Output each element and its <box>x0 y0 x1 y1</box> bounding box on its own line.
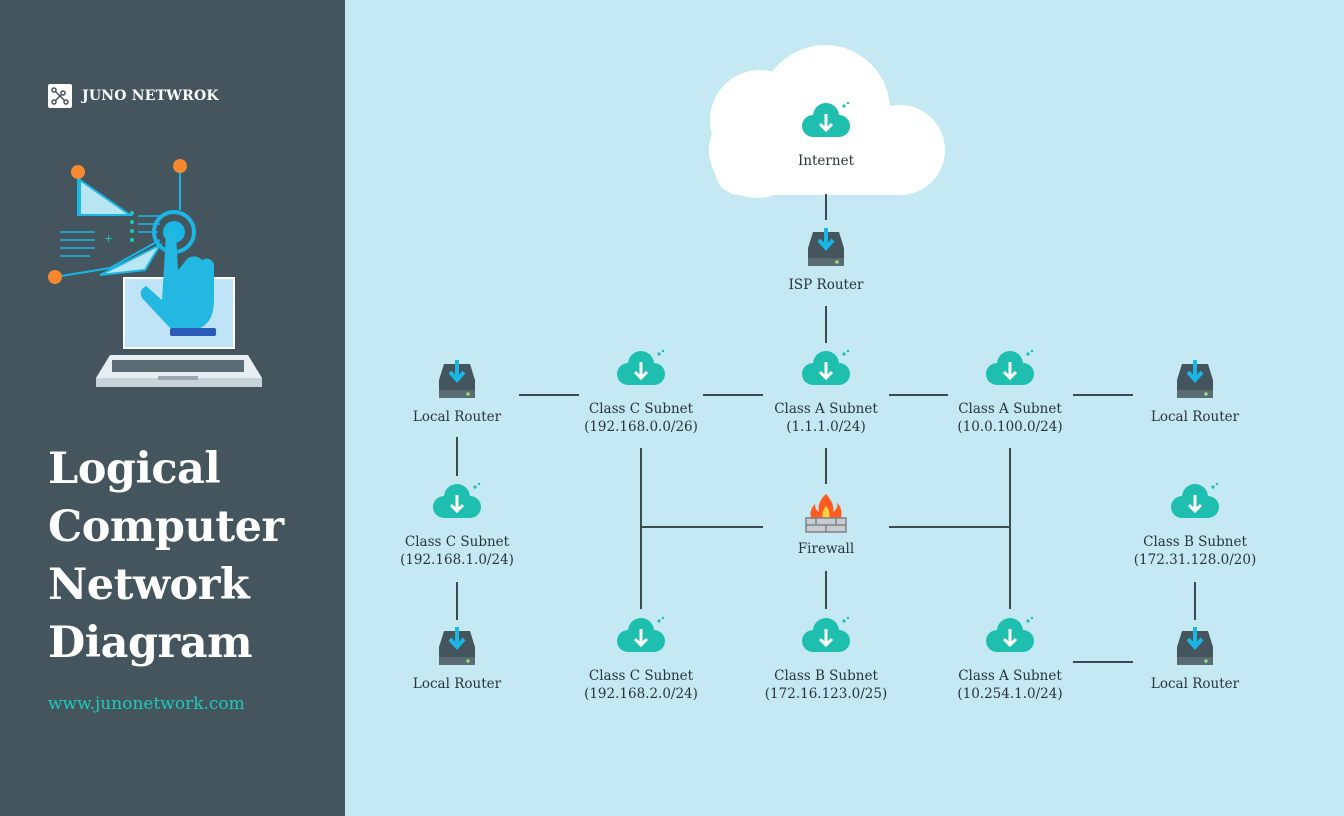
node-subnet: (192.168.0.0/26) <box>584 419 698 435</box>
node-subnet: (192.168.2.0/24) <box>584 686 698 702</box>
node-label: Internet <box>797 153 854 169</box>
local-router-top-right[interactable]: Local Router <box>1140 360 1250 426</box>
firewall-icon <box>805 494 847 533</box>
local-router-bottom-right[interactable]: Local Router <box>1140 627 1250 693</box>
local-router-bottom-left[interactable]: Local Router <box>402 627 512 693</box>
class-a-subnet-bottom[interactable]: Class A Subnet (10.254.1.0/24) <box>940 615 1080 703</box>
node-subnet: (10.0.100.0/24) <box>957 419 1063 435</box>
node-label: Class A Subnet <box>958 401 1062 417</box>
class-c-subnet-bottom[interactable]: Class C Subnet (192.168.2.0/24) <box>571 615 711 703</box>
title-line: Logical <box>48 444 221 494</box>
website-link[interactable]: www.junonetwork.com <box>48 694 245 714</box>
node-subnet: (1.1.1.0/24) <box>786 419 866 435</box>
diagram-canvas: Internet ISP Router Class C Subnet (192.… <box>345 0 1344 816</box>
class-b-subnet-bottom[interactable]: Class B Subnet (172.16.123.0/25) <box>756 615 896 703</box>
router-icon <box>1177 360 1213 398</box>
cloud-download-icon <box>986 349 1034 385</box>
brand[interactable]: JUNO NETWROK <box>48 84 219 108</box>
brand-name: JUNO NETWROK <box>82 88 219 104</box>
page-title: Logical Computer Network Diagram <box>48 440 338 672</box>
router-icon <box>439 360 475 398</box>
node-subnet: (172.31.128.0/20) <box>1133 552 1257 568</box>
router-icon <box>1177 627 1213 665</box>
firewall-node[interactable]: Firewall <box>776 492 876 558</box>
isp-router-node[interactable]: ISP Router <box>771 228 881 294</box>
cloud-download-icon <box>802 616 850 652</box>
node-label: Local Router <box>412 409 502 425</box>
local-router-top-left[interactable]: Local Router <box>402 360 512 426</box>
title-line: Computer <box>48 502 284 552</box>
title-line: Network <box>48 560 250 610</box>
sidebar: JUNO NETWROK + Logical Computer Network … <box>0 0 345 816</box>
class-b-subnet-right[interactable]: Class B Subnet (172.31.128.0/20) <box>1125 481 1265 569</box>
node-label: Class B Subnet <box>774 668 878 684</box>
router-icon <box>439 627 475 665</box>
page: JUNO NETWROK + Logical Computer Network … <box>0 0 1344 816</box>
class-a-subnet-center[interactable]: Class A Subnet (1.1.1.0/24) <box>756 348 896 436</box>
cloud-download-icon <box>802 101 850 137</box>
node-subnet: (192.168.1.0/24) <box>400 552 514 568</box>
cloud-download-icon <box>1171 482 1219 518</box>
class-c-subnet-top[interactable]: Class C Subnet (192.168.0.0/26) <box>571 348 711 436</box>
title-line: Diagram <box>48 618 253 668</box>
laptop-touch-icon: + <box>40 150 280 399</box>
cloud-download-icon <box>617 349 665 385</box>
cloud-download-icon <box>617 616 665 652</box>
network-nodes-icon <box>48 84 72 108</box>
router-icon <box>808 228 844 266</box>
node-subnet: (10.254.1.0/24) <box>957 686 1063 702</box>
node-label: Local Router <box>412 676 502 692</box>
node-label: Local Router <box>1150 409 1240 425</box>
node-label: Class C Subnet <box>588 668 694 684</box>
svg-text:+: + <box>104 232 113 245</box>
node-label: Class A Subnet <box>958 668 1062 684</box>
node-label: Firewall <box>797 541 855 557</box>
node-label: ISP Router <box>788 277 864 293</box>
cloud-download-icon <box>986 616 1034 652</box>
class-c-subnet-left[interactable]: Class C Subnet (192.168.1.0/24) <box>387 481 527 569</box>
cloud-download-icon <box>433 482 481 518</box>
cloud-download-icon <box>802 349 850 385</box>
node-label: Class B Subnet <box>1143 534 1247 550</box>
node-label: Class A Subnet <box>774 401 878 417</box>
node-label: Local Router <box>1150 676 1240 692</box>
class-a-subnet-top-right[interactable]: Class A Subnet (10.0.100.0/24) <box>940 348 1080 436</box>
node-subnet: (172.16.123.0/25) <box>764 686 888 702</box>
internet-node[interactable]: Internet <box>776 100 876 170</box>
node-label: Class C Subnet <box>404 534 510 550</box>
node-label: Class C Subnet <box>588 401 694 417</box>
